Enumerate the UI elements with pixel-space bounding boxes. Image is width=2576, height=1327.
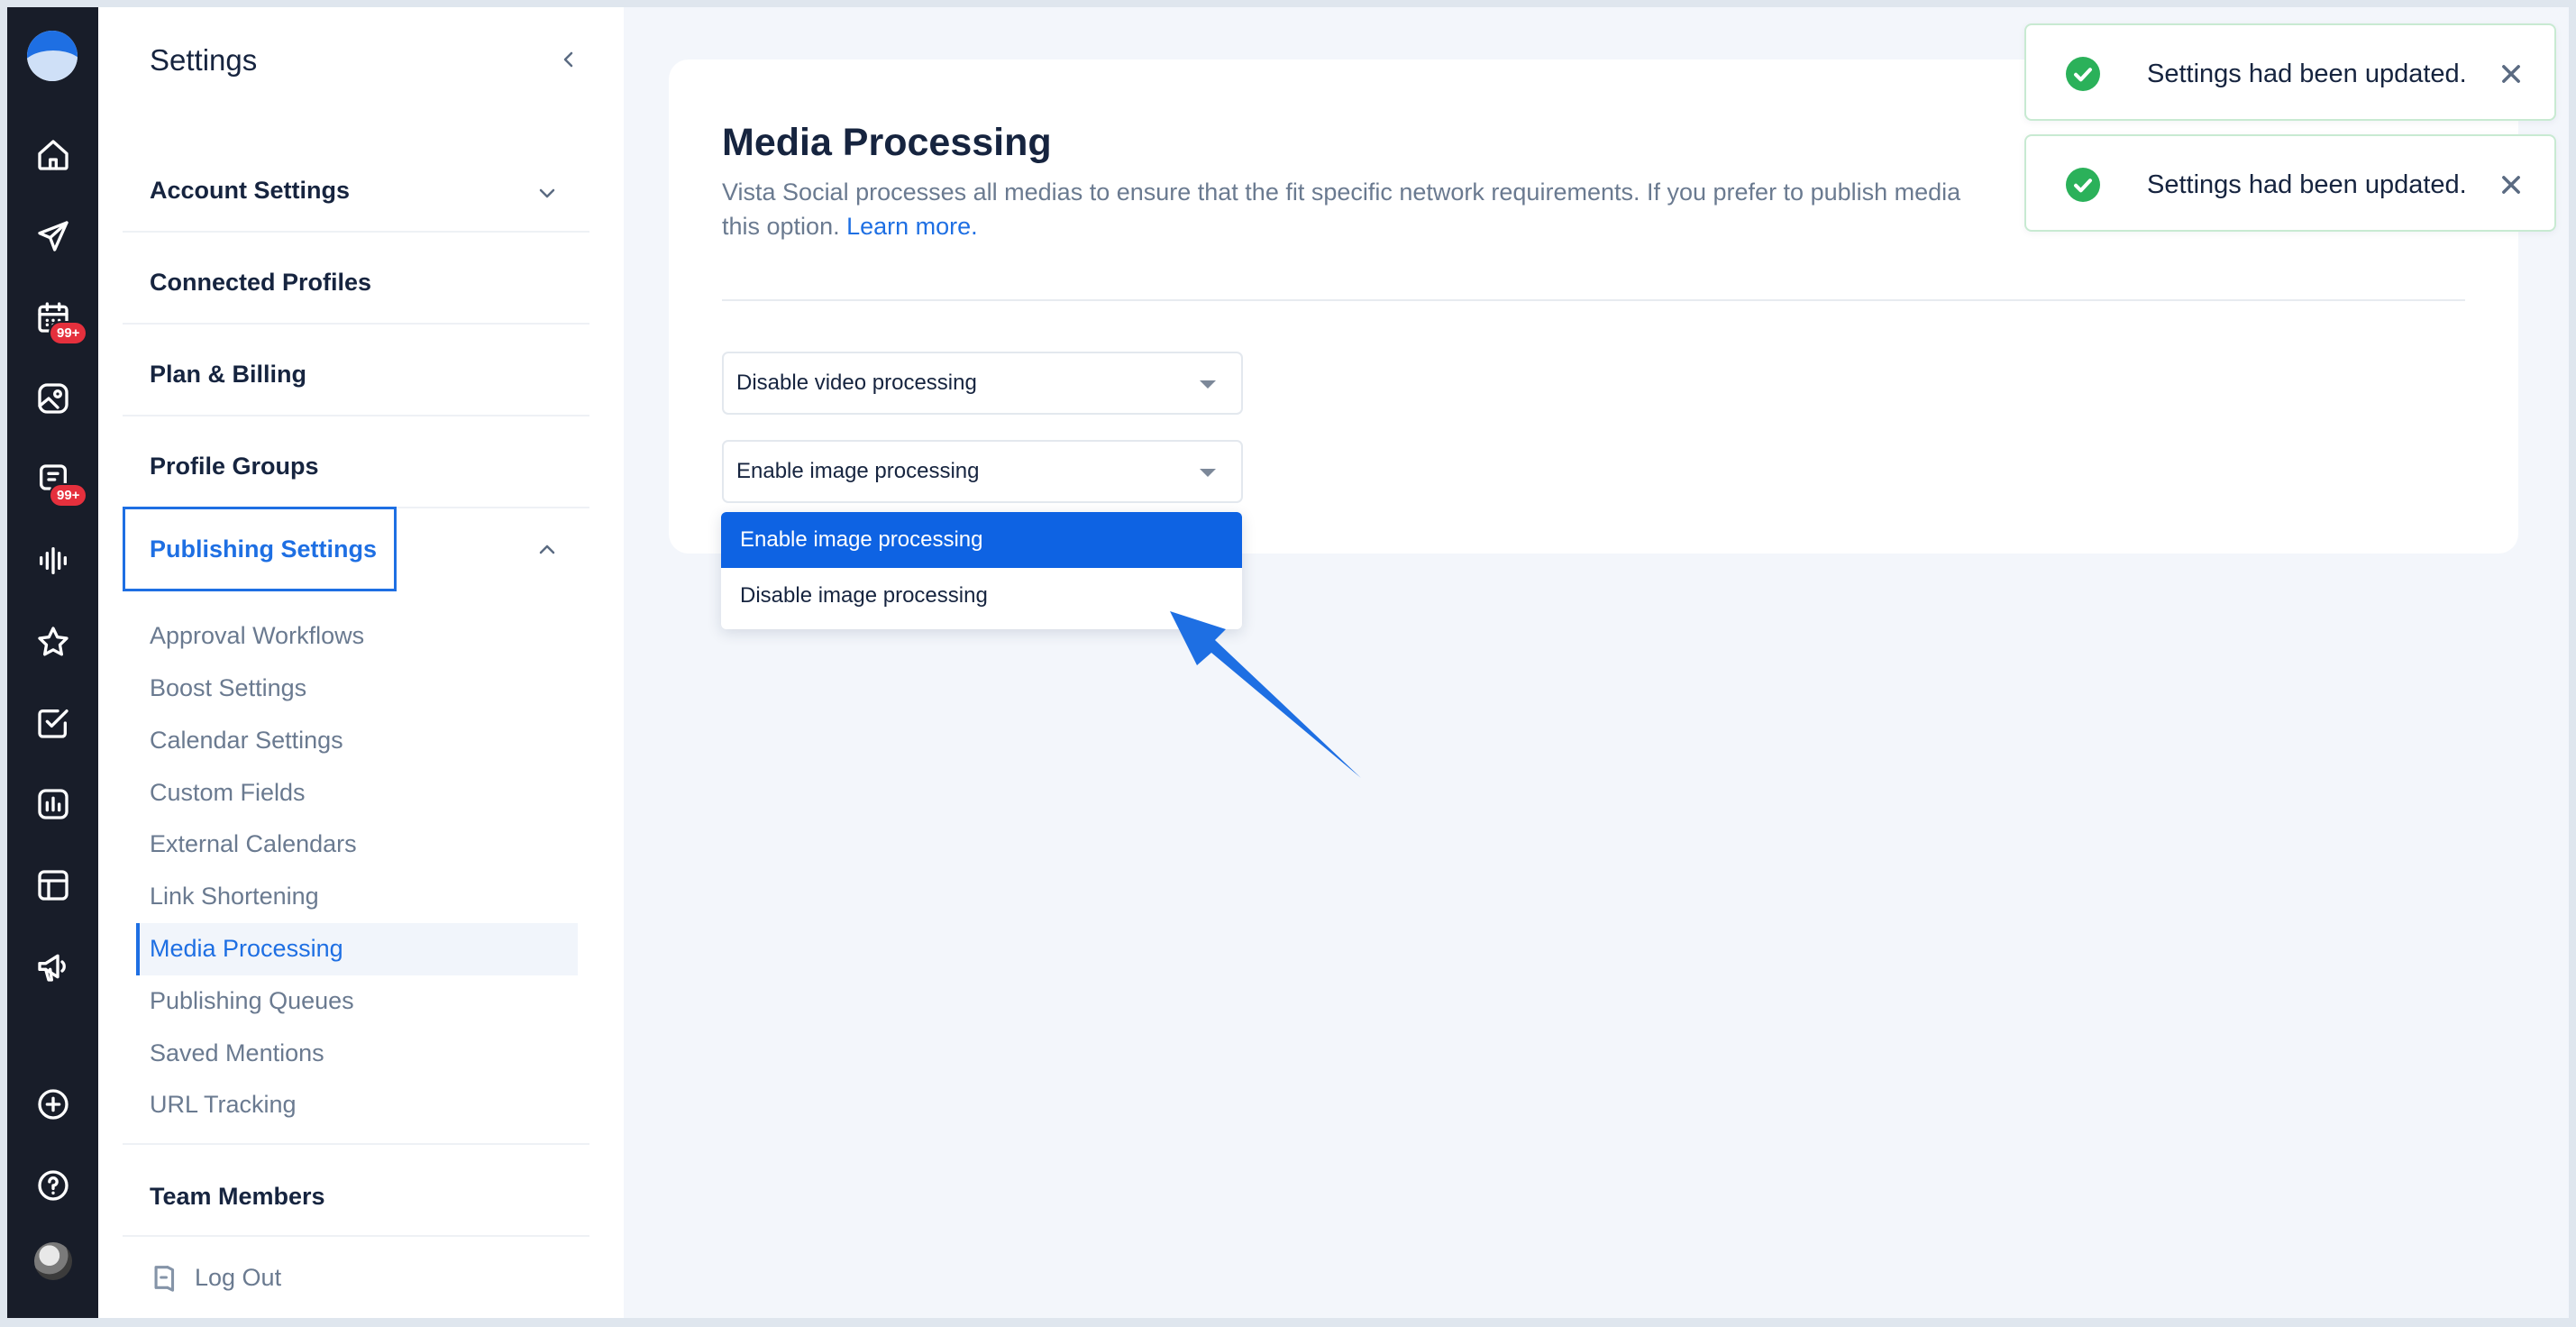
page-title: Media Processing	[722, 121, 1052, 164]
sidebar-item-plan-billing[interactable]: Plan & Billing	[150, 361, 306, 389]
check-circle-icon	[2066, 57, 2100, 91]
close-icon[interactable]	[2498, 61, 2524, 87]
reviews-icon[interactable]	[7, 606, 98, 678]
caret-down-icon	[1200, 380, 1216, 389]
home-icon[interactable]	[7, 119, 98, 191]
ads-icon[interactable]	[7, 930, 98, 1002]
subitem-approval-workflows[interactable]: Approval Workflows	[150, 622, 364, 650]
inbox-badge: 99+	[49, 483, 88, 508]
main-nav-rail: 99+ 99+	[7, 7, 98, 1318]
calendar-icon[interactable]: 99+	[7, 281, 98, 353]
vista-social-logo[interactable]	[27, 31, 78, 81]
user-avatar[interactable]	[34, 1242, 72, 1280]
divider	[722, 299, 2465, 301]
subitem-url-tracking[interactable]: URL Tracking	[150, 1091, 297, 1119]
sidebar-title: Settings	[150, 43, 258, 77]
send-icon[interactable]	[7, 200, 98, 272]
close-icon[interactable]	[2498, 172, 2524, 197]
toast-message: Settings had been updated.	[2147, 170, 2467, 199]
tasks-icon[interactable]	[7, 687, 98, 759]
description-text-cont: this option.	[722, 213, 840, 240]
divider	[123, 231, 589, 233]
subitem-external-calendars[interactable]: External Calendars	[150, 830, 357, 858]
logout-icon	[154, 1266, 175, 1292]
templates-icon[interactable]	[7, 849, 98, 921]
option-disable-image-processing[interactable]: Disable image processing	[721, 568, 1242, 624]
subitem-calendar-settings[interactable]: Calendar Settings	[150, 727, 343, 755]
divider	[123, 1235, 589, 1237]
option-enable-image-processing[interactable]: Enable image processing	[721, 512, 1242, 568]
chevron-up-icon[interactable]	[536, 539, 558, 561]
caret-down-icon	[1200, 469, 1216, 477]
learn-more-link[interactable]: Learn more.	[846, 213, 978, 240]
subitem-saved-mentions[interactable]: Saved Mentions	[150, 1039, 324, 1067]
page-description: Vista Social processes all medias to ens…	[722, 175, 1984, 243]
inbox-icon[interactable]: 99+	[7, 444, 98, 516]
sidebar-item-publishing-settings[interactable]: Publishing Settings	[123, 507, 397, 591]
check-circle-icon	[2066, 168, 2100, 202]
sidebar-item-team-members[interactable]: Team Members	[150, 1183, 325, 1211]
reports-icon[interactable]	[7, 768, 98, 840]
add-icon[interactable]	[7, 1068, 98, 1140]
toast-message: Settings had been updated.	[2147, 59, 2467, 88]
settings-sidebar: Settings Account Settings Connected Prof…	[98, 7, 624, 1318]
subitem-boost-settings[interactable]: Boost Settings	[150, 674, 306, 702]
media-library-icon[interactable]	[7, 362, 98, 435]
image-processing-dropdown-menu: Enable image processing Disable image pr…	[721, 512, 1242, 629]
divider	[123, 323, 589, 325]
success-toast: Settings had been updated.	[2024, 23, 2556, 121]
sidebar-item-account-settings[interactable]: Account Settings	[150, 177, 350, 205]
divider	[123, 1143, 589, 1145]
listening-icon[interactable]	[7, 525, 98, 597]
description-text: Vista Social processes all medias to ens…	[722, 178, 1961, 206]
sidebar-item-profile-groups[interactable]: Profile Groups	[150, 453, 319, 480]
select-value: Disable video processing	[736, 371, 977, 395]
subitem-link-shortening[interactable]: Link Shortening	[150, 883, 319, 911]
subitem-publishing-queues[interactable]: Publishing Queues	[150, 987, 354, 1015]
app-window: 99+ 99+ Settings Account Settings Connec…	[7, 7, 2569, 1318]
sidebar-item-label: Publishing Settings	[150, 535, 378, 563]
select-value: Enable image processing	[736, 459, 980, 483]
calendar-badge: 99+	[49, 321, 88, 345]
logout-label: Log Out	[195, 1263, 282, 1291]
help-icon[interactable]	[7, 1149, 98, 1222]
collapse-sidebar-icon[interactable]	[558, 49, 581, 72]
divider	[123, 415, 589, 416]
subitem-media-processing[interactable]: Media Processing	[150, 935, 343, 963]
chevron-down-icon[interactable]	[536, 182, 558, 204]
logout-button[interactable]: Log Out	[150, 1262, 281, 1293]
image-processing-select[interactable]: Enable image processing	[722, 440, 1243, 503]
video-processing-select[interactable]: Disable video processing	[722, 352, 1243, 415]
sidebar-item-connected-profiles[interactable]: Connected Profiles	[150, 269, 371, 297]
success-toast: Settings had been updated.	[2024, 134, 2556, 232]
subitem-custom-fields[interactable]: Custom Fields	[150, 779, 306, 807]
